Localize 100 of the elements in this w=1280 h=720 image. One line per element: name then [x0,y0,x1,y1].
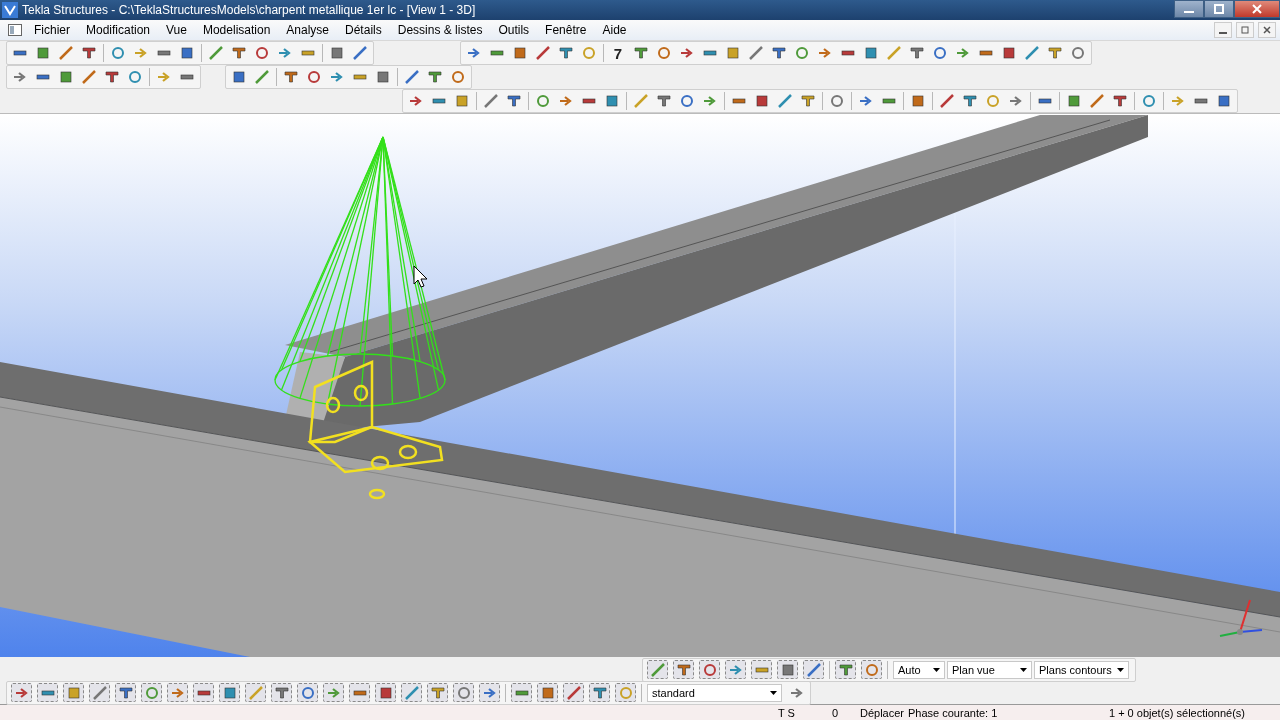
dropdown[interactable]: Plan vue [947,660,1032,679]
toolbar-button[interactable] [63,683,84,702]
toolbar-button[interactable] [282,68,300,86]
toolbar-button[interactable] [724,44,742,62]
menu-item[interactable]: Fichier [26,23,78,37]
toolbar-button[interactable] [803,660,824,679]
toolbar-button[interactable] [271,683,292,702]
toolbar-button[interactable] [34,44,52,62]
toolbar-button[interactable] [57,44,75,62]
toolbar-button[interactable] [1069,44,1087,62]
toolbar-button[interactable] [534,44,552,62]
dropdown[interactable]: Auto [893,660,945,679]
toolbar-button[interactable] [37,683,58,702]
menu-item[interactable]: Modification [78,23,159,37]
menu-item[interactable]: Dessins & listes [389,23,491,37]
toolbar-button[interactable] [80,68,98,86]
toolbar-button[interactable] [453,92,471,110]
menu-item[interactable]: Fenêtre [537,23,595,37]
toolbar-button[interactable] [297,683,318,702]
toolbar-button[interactable] [753,92,771,110]
toolbar-button[interactable] [351,44,369,62]
toolbar-button[interactable] [589,683,610,702]
filter-dropdown[interactable]: standard [647,683,782,702]
toolbar-button[interactable] [253,44,271,62]
toolbar-button[interactable] [931,44,949,62]
toolbar-button[interactable] [770,44,788,62]
toolbar-button[interactable] [835,660,856,679]
toolbar-button[interactable] [1111,92,1129,110]
toolbar-button[interactable] [537,683,558,702]
toolbar-button[interactable] [655,92,673,110]
toolbar-button[interactable] [253,68,271,86]
toolbar-button[interactable] [207,44,225,62]
toolbar-button[interactable] [793,44,811,62]
toolbar-button[interactable] [909,92,927,110]
toolbar-button[interactable] [115,683,136,702]
toolbar-button[interactable] [862,44,880,62]
menu-item[interactable]: Analyse [278,23,338,37]
toolbar-button[interactable] [777,660,798,679]
toolbar-button[interactable] [193,683,214,702]
toolbar-button[interactable] [1088,92,1106,110]
menu-item[interactable]: Détails [337,23,390,37]
menu-item[interactable]: Modelisation [194,23,279,37]
minimize-button[interactable] [1174,0,1204,18]
toolbar-button[interactable] [673,660,694,679]
toolbar-button[interactable] [230,44,248,62]
maximize-button[interactable] [1204,0,1234,18]
toolbar-button[interactable] [453,683,474,702]
dropdown[interactable]: Plans contours [1034,660,1129,679]
toolbar-button[interactable] [103,68,121,86]
toolbar-button[interactable] [1000,44,1018,62]
toolbar-button[interactable] [751,660,772,679]
toolbar-button[interactable] [449,68,467,86]
toolbar-button[interactable] [375,683,396,702]
toolbar-button[interactable] [426,68,444,86]
toolbar-button[interactable] [305,68,323,86]
toolbar-button[interactable] [1215,92,1233,110]
toolbar-button[interactable] [557,44,575,62]
toolbar-button[interactable] [776,92,794,110]
toolbar-button[interactable] [632,44,650,62]
toolbar-button[interactable] [230,68,248,86]
toolbar-button[interactable] [908,44,926,62]
toolbar-button[interactable] [678,92,696,110]
toolbar-button[interactable] [511,44,529,62]
toolbar-button[interactable] [328,44,346,62]
toolbar-button[interactable] [80,44,98,62]
toolbar-button[interactable] [699,660,720,679]
toolbar-button[interactable] [167,683,188,702]
toolbar-button[interactable] [799,92,817,110]
toolbar-button[interactable] [511,683,532,702]
toolbar-button[interactable] [938,92,956,110]
toolbar-button[interactable] [1046,44,1064,62]
toolbar-button[interactable] [603,92,621,110]
toolbar-button[interactable] [1140,92,1158,110]
toolbar-button[interactable] [563,683,584,702]
toolbar-button[interactable] [403,68,421,86]
toolbar-button[interactable] [1065,92,1083,110]
toolbar-button[interactable] [57,68,75,86]
toolbar-button[interactable] [427,683,448,702]
toolbar-button[interactable] [11,683,32,702]
toolbar-button[interactable] [219,683,240,702]
toolbar-button[interactable] [349,683,370,702]
toolbar-button[interactable] [747,44,765,62]
toolbar-button[interactable]: 7 [609,44,627,62]
toolbar-button[interactable] [482,92,500,110]
toolbar-button[interactable] [401,683,422,702]
toolbar-button[interactable] [109,44,127,62]
toolbar-button[interactable] [126,68,144,86]
close-button[interactable] [1234,0,1280,18]
toolbar-button[interactable] [861,660,882,679]
3d-model-view[interactable] [0,114,1280,657]
toolbar-button[interactable] [479,683,500,702]
toolbar-button[interactable] [178,44,196,62]
toolbar-button[interactable] [1023,44,1041,62]
menu-item[interactable]: Vue [158,23,195,37]
menu-item[interactable]: Outils [490,23,538,37]
toolbar-button[interactable] [374,68,392,86]
toolbar-button[interactable] [505,92,523,110]
toolbar-button[interactable] [89,683,110,702]
toolbar-button[interactable] [655,44,673,62]
toolbar-button[interactable] [534,92,552,110]
